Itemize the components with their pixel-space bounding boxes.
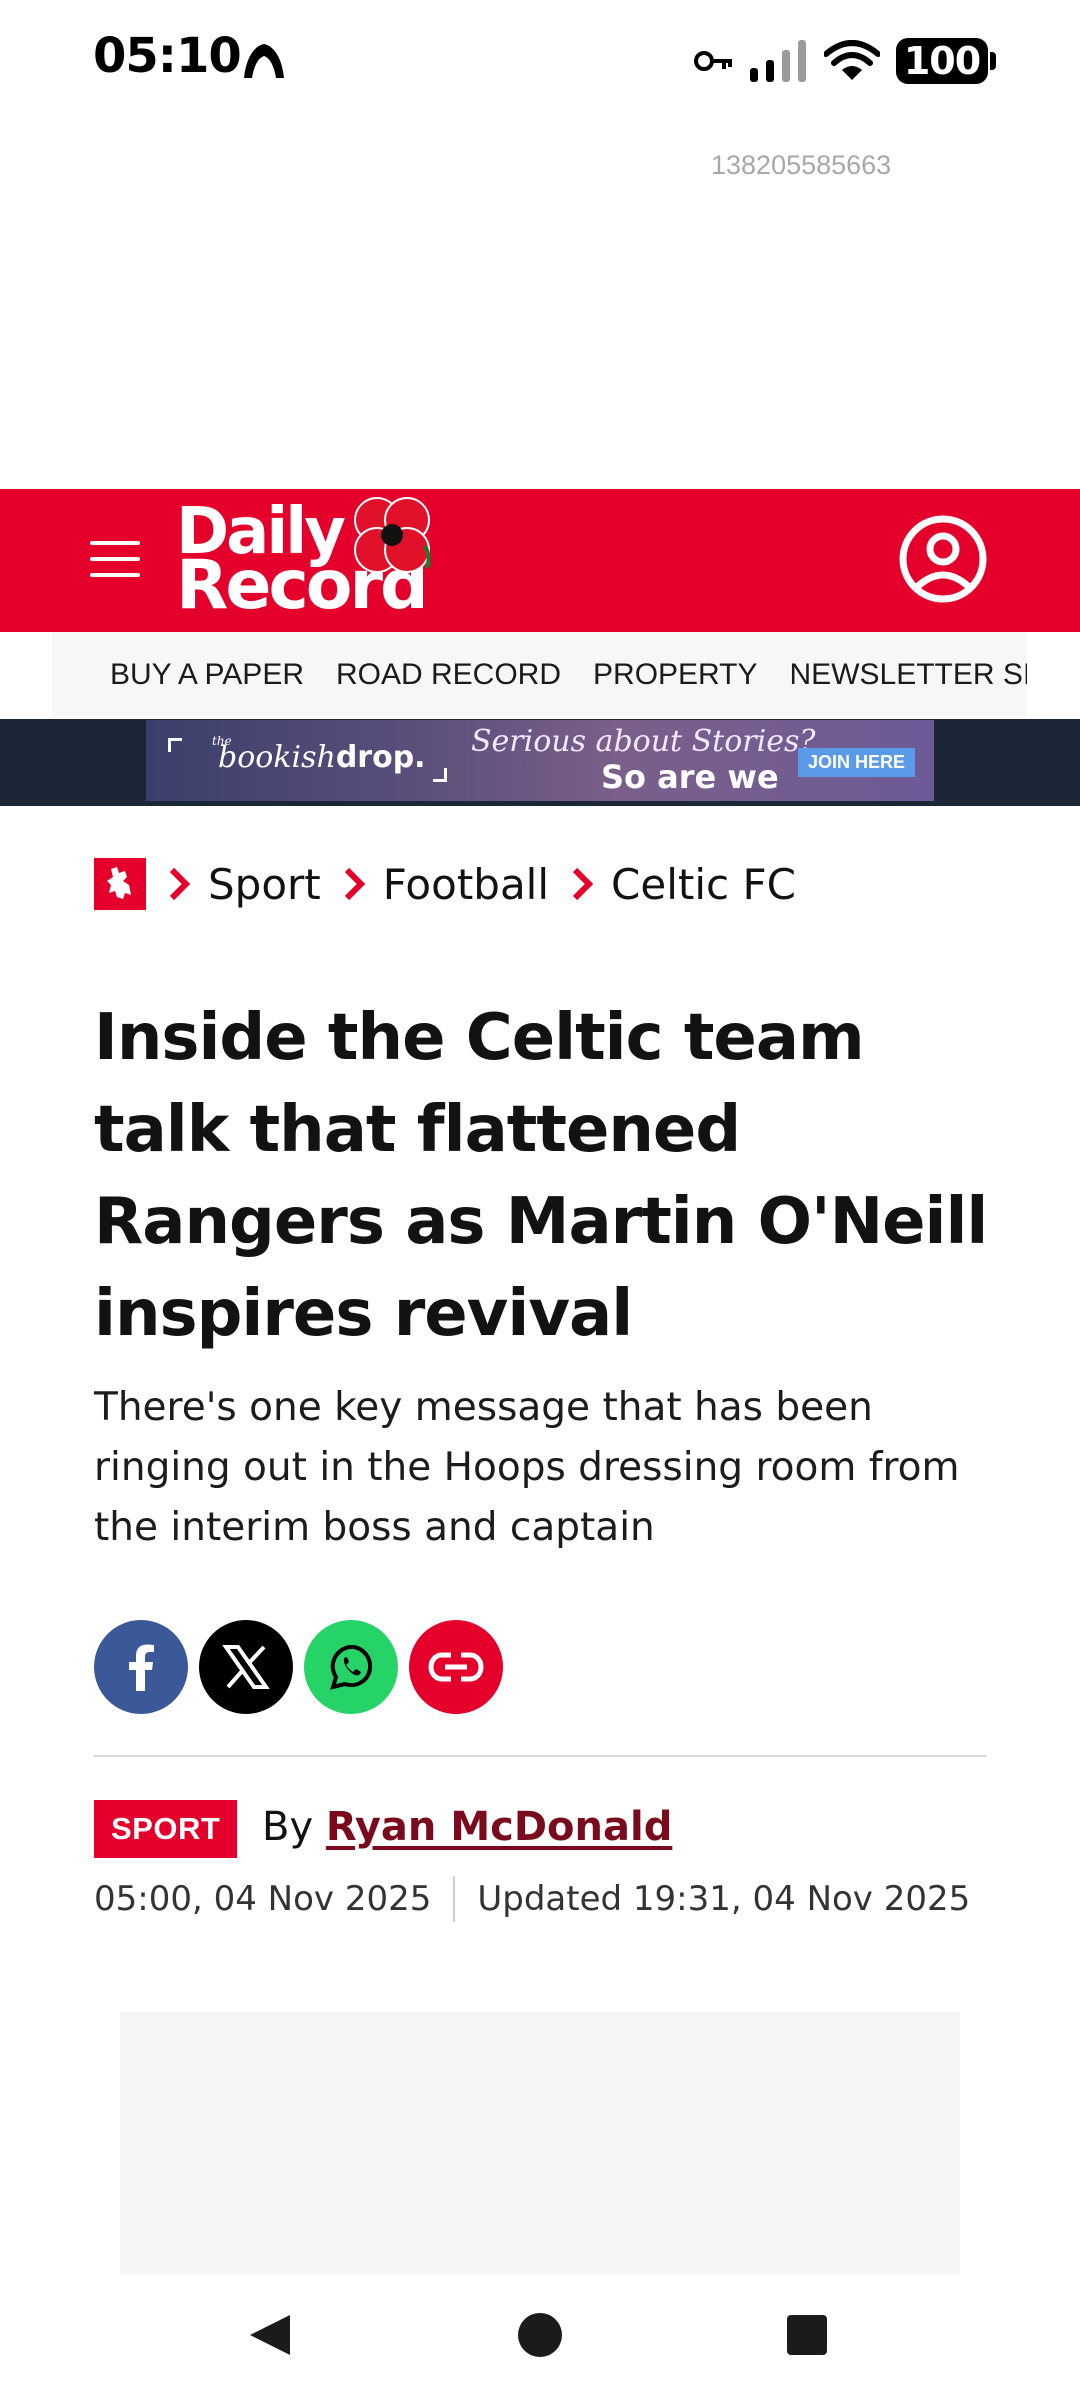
vpn-key-icon (694, 51, 732, 71)
whatsapp-icon (330, 1644, 373, 1690)
battery-icon: 100 (896, 38, 996, 84)
lion-rampant-icon (107, 867, 131, 899)
nav-buy-a-paper[interactable]: BUY A PAPER (110, 658, 304, 692)
facebook-icon (129, 1644, 154, 1691)
breadcrumb-home[interactable] (94, 858, 146, 910)
article-headline: Inside the Celtic team talk that flatten… (94, 1001, 988, 1351)
chevron-right-icon (169, 867, 191, 901)
nav-property[interactable]: PROPERTY (593, 658, 758, 692)
byline: By Ryan McDonald (262, 1804, 672, 1850)
share-x-button[interactable] (199, 1620, 293, 1714)
status-icons: 100 (694, 36, 996, 86)
x-icon (222, 1645, 270, 1689)
banner-join-button[interactable]: JOIN HERE (798, 748, 916, 777)
signal-icon (750, 40, 806, 82)
status-bar: 05:10 100 (0, 0, 1080, 120)
app-notification-icon (244, 44, 284, 78)
banner-tagline-2: So are we (601, 758, 779, 796)
top-nav: BUY A PAPER ROAD RECORD PROPERTY NEWSLET… (52, 632, 1027, 718)
site-logo[interactable]: Daily Record (176, 494, 456, 624)
banner-brand-name: bookish (218, 740, 336, 775)
banner-brand-prefix: the (212, 734, 232, 748)
ad-placeholder (120, 2012, 960, 2274)
section-badge[interactable]: SPORT (94, 1800, 238, 1858)
breadcrumb-celtic-fc[interactable]: Celtic FC (611, 860, 796, 909)
system-nav-bar (250, 2313, 827, 2357)
recents-icon[interactable] (787, 2315, 827, 2355)
banner-corner (433, 768, 447, 782)
back-icon[interactable] (250, 2315, 290, 2355)
home-icon[interactable] (518, 2313, 562, 2357)
chevron-right-icon (344, 867, 366, 901)
breadcrumb-football[interactable]: Football (383, 860, 549, 909)
share-copy-link-button[interactable] (409, 1620, 503, 1714)
banner-tagline-1: Serious about Stories? (471, 724, 816, 759)
ad-slot-id: 138205585663 (711, 150, 892, 180)
share-whatsapp-button[interactable] (304, 1620, 398, 1714)
published-date: 05:00, 04 Nov 2025 (94, 1879, 432, 1919)
menu-icon[interactable] (90, 541, 140, 579)
status-time: 05:10 (93, 28, 242, 84)
updated-date: Updated 19:31, 04 Nov 2025 (477, 1879, 971, 1919)
nav-road-record[interactable]: ROAD RECORD (336, 658, 561, 692)
poppy-icon (354, 497, 431, 573)
breadcrumb-sport[interactable]: Sport (208, 860, 321, 909)
share-buttons (94, 1620, 503, 1714)
banner-brand: the bookishdrop. (212, 734, 426, 775)
byline-prefix: By (262, 1804, 314, 1850)
wifi-icon (824, 40, 880, 80)
banner-brand-suffix: drop. (335, 740, 426, 775)
divider (94, 1755, 986, 1757)
breadcrumb: Sport Football Celtic FC (94, 858, 796, 910)
chevron-right-icon (572, 867, 594, 901)
account-icon[interactable] (899, 515, 987, 603)
banner-ad[interactable]: the bookishdrop. Serious about Stories? S… (146, 720, 934, 801)
date-separator (453, 1876, 456, 1922)
nav-newsletter-signup[interactable]: NEWSLETTER SIGNUP (790, 658, 1027, 692)
link-icon (428, 1652, 484, 1682)
share-facebook-button[interactable] (94, 1620, 188, 1714)
article-dates: 05:00, 04 Nov 2025 Updated 19:31, 04 Nov… (94, 1876, 970, 1922)
article-standfirst: There's one key message that has been ri… (94, 1385, 960, 1550)
banner-corner (168, 738, 182, 752)
author-link[interactable]: Ryan McDonald (326, 1804, 672, 1850)
